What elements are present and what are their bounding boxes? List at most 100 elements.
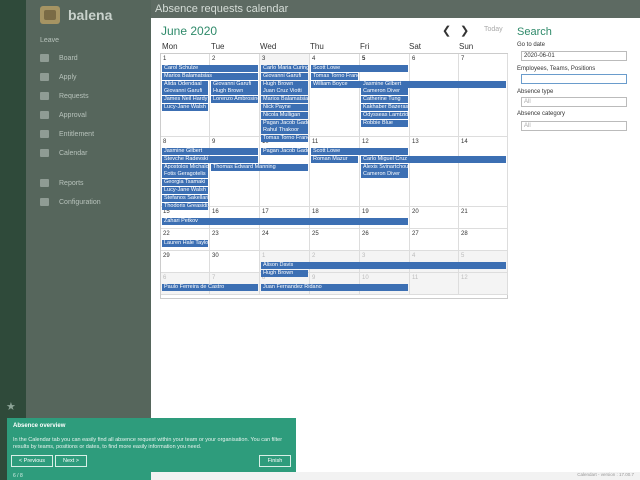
weekday-label: Mon [162, 42, 178, 51]
absence-event[interactable]: James Neil Hardy [162, 96, 208, 104]
previous-button[interactable]: < Previous [11, 455, 53, 467]
day-number: 10 [362, 275, 369, 281]
absence-event[interactable]: Tomas Torno Franco [311, 72, 358, 80]
star-icon[interactable]: ★ [6, 400, 16, 413]
calendar-day-cell[interactable]: 29 [161, 251, 210, 273]
absence-event[interactable]: Lauren Hale Taylor [162, 240, 208, 247]
finish-button[interactable]: Finish [259, 455, 291, 467]
calendar-day-cell[interactable]: 11 [410, 273, 459, 295]
absence-event[interactable]: Tomas Torno Franco [261, 135, 308, 143]
calendar-day-cell[interactable]: 25 [310, 229, 360, 251]
day-number: 1 [262, 253, 266, 259]
absence-event[interactable]: Stefanos Sakellaris [162, 194, 208, 202]
absence-event[interactable]: Lorenzo Ambrosino [211, 96, 258, 104]
day-number: 15 [163, 209, 170, 215]
calendar-day-cell[interactable]: 28 [459, 229, 508, 251]
absence-event[interactable]: Roman Mazur [311, 155, 358, 163]
sidebar-item-label: Approval [59, 111, 87, 119]
calendar-day-cell[interactable]: 30 [210, 251, 260, 273]
absence-event[interactable]: Lucy-Jane Walsh [162, 104, 208, 111]
absence-event[interactable]: Kakhaber Bazerashvili [361, 104, 408, 111]
absence-event[interactable]: Scott Lowe [311, 65, 408, 72]
absence-event[interactable]: Apostolos Michalopoulos [162, 163, 208, 171]
sidebar-item-board[interactable]: Board [40, 54, 145, 62]
version-text: Calendart - version : 17.00.7 [577, 472, 634, 477]
day-number: 29 [163, 253, 170, 259]
absence-event[interactable]: Cameron Diver [361, 171, 408, 179]
absence-event[interactable]: Robbie Blue [361, 119, 408, 127]
absence-event[interactable]: Marios Balamatsias [261, 96, 308, 104]
calendar-day-cell[interactable]: 6 [410, 54, 459, 137]
absence-event[interactable]: Alison Davis [261, 262, 506, 269]
absence-event[interactable]: Fotis Geragotelis [162, 171, 208, 179]
absence-event[interactable]: Thomas Edward Manning [211, 163, 308, 171]
absence-type-select[interactable]: All [521, 97, 627, 107]
absence-event[interactable]: Alida Odendaal [162, 80, 208, 88]
absence-event[interactable]: Odysseas Lamtzidis [361, 111, 408, 119]
sidebar-item-configuration[interactable]: Configuration [40, 198, 145, 206]
calendar-day-cell[interactable]: 14 [459, 137, 508, 207]
absence-category-select[interactable]: All [521, 121, 627, 131]
absence-event[interactable]: Cameron Diver [361, 88, 408, 96]
absence-event[interactable]: Pagan Jacob Gadd [261, 119, 308, 127]
sidebar: balena Leave Board Apply Requests Approv… [26, 0, 151, 480]
calendar-day-cell[interactable]: 13 [410, 137, 459, 207]
absence-event[interactable]: Carol Schulze [162, 65, 258, 72]
absence-event[interactable]: Scott Lowe [311, 148, 408, 155]
absence-event[interactable]: Hugh Brown [261, 269, 308, 277]
reports-icon [40, 179, 49, 187]
day-number: 8 [163, 139, 167, 145]
next-button[interactable]: Next > [55, 455, 87, 467]
absence-event[interactable]: Nick Payne [261, 104, 308, 111]
sidebar-item-entitlement[interactable]: Entitlement [40, 130, 145, 138]
sidebar-item-reports[interactable]: Reports [40, 179, 145, 187]
absence-event[interactable]: Carlo Miguel Cruz [361, 155, 506, 163]
month-title: June 2020 [161, 24, 218, 38]
absence-event[interactable]: Marios Balamatsias [162, 72, 258, 80]
absence-event[interactable]: Georgia Tsamaki [162, 179, 208, 187]
calendar-day-cell[interactable]: 23 [210, 229, 260, 251]
absence-event[interactable]: William Boyce [311, 80, 506, 88]
today-button[interactable]: Today [484, 26, 503, 33]
day-number: 23 [212, 231, 219, 237]
absence-event[interactable]: Carlo Maria Curinga [261, 65, 308, 72]
sidebar-item-requests[interactable]: Requests [40, 92, 145, 100]
absence-event[interactable]: Jasmine Gilbert [162, 148, 258, 155]
calendar-day-cell[interactable]: 24 [260, 229, 310, 251]
absence-event[interactable]: Thodoris Greasidis [162, 202, 208, 210]
sidebar-item-label: Entitlement [59, 130, 95, 138]
absence-event[interactable]: Alexis Svinartchouk [361, 163, 408, 171]
absence-event[interactable]: Giovanni Garufi [211, 80, 258, 88]
sidebar-item-calendar[interactable]: Calendar [40, 149, 145, 157]
calendar-day-cell[interactable]: 27 [410, 229, 459, 251]
calendar-day-cell[interactable]: 7 [459, 54, 508, 137]
day-number: 5 [362, 56, 366, 62]
absence-event[interactable]: Zahari Petkov [162, 218, 408, 225]
sidebar-item-approval[interactable]: Approval [40, 111, 145, 119]
day-number: 9 [212, 139, 216, 145]
calendar-day-cell[interactable]: 21 [459, 207, 508, 229]
next-month-button[interactable]: ❯ [460, 24, 469, 37]
absence-event[interactable]: Lucy-Jane Walsh [162, 187, 208, 194]
absence-event[interactable]: Paulo Ferreira de Castro [162, 284, 258, 291]
absence-event[interactable]: Giovanni Garufi [261, 72, 308, 80]
employees-input[interactable] [521, 74, 627, 84]
absence-event[interactable]: Nicola Mulligan [261, 111, 308, 119]
sidebar-item-apply[interactable]: Apply [40, 73, 145, 81]
absence-event[interactable]: Hugh Brown [261, 80, 308, 88]
absence-event[interactable]: Rahul Thakoor [261, 127, 308, 135]
absence-event[interactable]: Hugh Brown [211, 88, 258, 96]
calendar-day-cell[interactable]: 20 [410, 207, 459, 229]
absence-event[interactable]: Juan Fernandez Ridano [261, 284, 408, 291]
absence-event[interactable]: Giovanni Garufi [162, 88, 208, 96]
absence-event[interactable]: Pagan Jacob Gadd [261, 148, 308, 155]
absence-event[interactable]: Stevche Radevski [162, 155, 258, 163]
absence-event[interactable]: Catherine Tung [361, 96, 408, 104]
calendar-day-cell[interactable]: 26 [360, 229, 410, 251]
go-to-date-input[interactable]: 2020-06-01 [521, 51, 627, 61]
absence-event[interactable]: Jasmine Gilbert [361, 80, 408, 88]
day-number: 30 [212, 253, 219, 259]
absence-event[interactable]: Juan Cruz Viotti [261, 88, 308, 96]
calendar-day-cell[interactable]: 12 [459, 273, 508, 295]
prev-month-button[interactable]: ❮ [442, 24, 451, 37]
